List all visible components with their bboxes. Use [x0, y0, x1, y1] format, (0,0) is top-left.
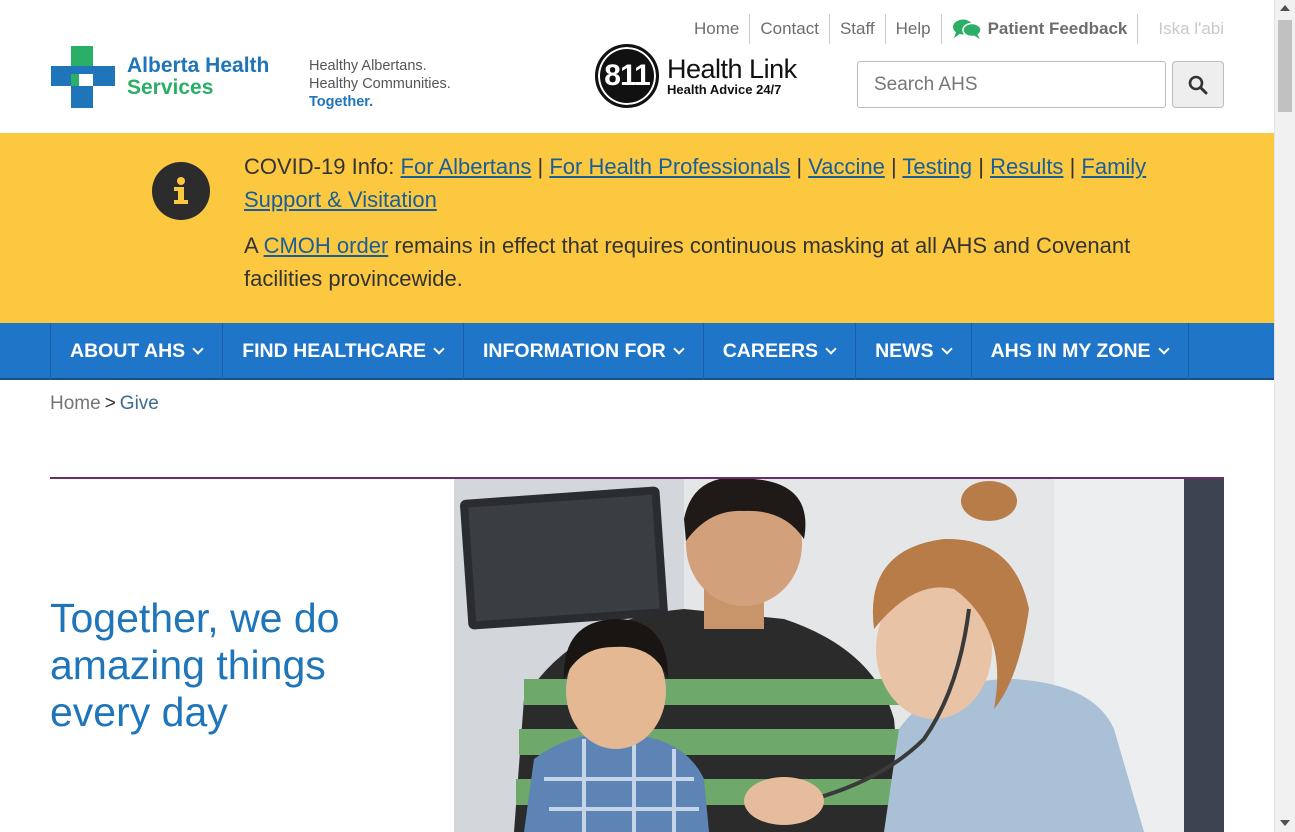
nav-item-news[interactable]: NEWS [856, 323, 972, 380]
search-form [857, 61, 1224, 108]
separator: | [796, 154, 803, 179]
chevron-down-icon [1157, 342, 1170, 355]
breadcrumb: Home > Give [50, 393, 159, 415]
utility-help-link[interactable]: Help [886, 14, 942, 44]
nav-label: INFORMATION FOR [483, 340, 666, 362]
breadcrumb-current: Give [119, 393, 159, 414]
cmoh-order-link[interactable]: CMOH order [264, 233, 389, 258]
healthlink-logo[interactable]: 811 Health Link Health Advice 24/7 [595, 44, 797, 108]
hero-photo-illustration [454, 479, 1224, 832]
tagline-line-2: Healthy Communities. [309, 76, 451, 92]
page: Home Contact Staff Help Patient Feedback… [0, 0, 1274, 832]
healthlink-811-badge: 811 [595, 44, 659, 108]
hero-photo [454, 479, 1224, 832]
ahs-logo[interactable]: Alberta Health Services [51, 46, 269, 108]
nav-item-about-ahs[interactable]: ABOUT AHS [51, 323, 224, 380]
notice-start: A [244, 233, 258, 258]
search-input[interactable] [857, 61, 1166, 108]
search-button[interactable] [1172, 61, 1224, 108]
chat-bubbles-icon [952, 19, 982, 39]
chevron-down-icon [825, 342, 837, 355]
covid-alert-banner: COVID-19 Info: For Albertans | For Healt… [0, 133, 1274, 323]
nav-label: FIND HEALTHCARE [242, 340, 426, 362]
utility-nav: Home Contact Staff Help Patient Feedback… [694, 14, 1224, 44]
chevron-down-icon [673, 342, 685, 355]
site-header: Home Contact Staff Help Patient Feedback… [0, 0, 1274, 133]
covid-link-vaccine[interactable]: Vaccine [808, 154, 885, 179]
search-icon [1188, 75, 1208, 94]
info-icon [152, 162, 210, 220]
tagline-line-1: Healthy Albertans. [309, 58, 427, 74]
utility-home-link[interactable]: Home [694, 14, 751, 44]
scroll-up-arrow-icon[interactable] [1280, 5, 1290, 11]
ahs-cross-icon [51, 46, 115, 108]
separator: | [1069, 154, 1076, 179]
covid-link-albertans[interactable]: For Albertans [401, 154, 532, 179]
separator: | [537, 154, 544, 179]
covid-info-line: COVID-19 Info: For Albertans | For Healt… [244, 150, 1204, 216]
nav-item-find-healthcare[interactable]: FIND HEALTHCARE [223, 323, 464, 380]
covid-link-health-professionals[interactable]: For Health Professionals [549, 154, 790, 179]
page-scrollbar[interactable] [1274, 0, 1295, 832]
nav-label: NEWS [875, 340, 934, 362]
nav-label: CAREERS [722, 340, 819, 362]
covid-link-testing[interactable]: Testing [902, 154, 972, 179]
nav-label: AHS IN MY ZONE [990, 340, 1151, 362]
nav-label: ABOUT AHS [70, 340, 186, 362]
language-link[interactable]: Iska l'abi [1138, 19, 1224, 39]
tagline-line-3: Together. [309, 94, 374, 110]
nav-item-ahs-in-my-zone[interactable]: AHS IN MY ZONE [972, 323, 1189, 380]
utility-staff-link[interactable]: Staff [830, 14, 886, 44]
hero-title: Together, we do amazing things every day [50, 595, 340, 735]
healthlink-subtitle: Health Advice 24/7 [667, 81, 782, 97]
chevron-down-icon [940, 342, 953, 355]
logo-line-2: Services [127, 76, 214, 99]
cmoh-notice: A CMOH order remains in effect that requ… [244, 229, 1204, 295]
main-nav: ABOUT AHS FIND HEALTHCARE INFORMATION FO… [0, 323, 1274, 380]
breadcrumb-separator: > [104, 393, 116, 414]
chevron-down-icon [433, 342, 445, 355]
scroll-down-arrow-icon[interactable] [1280, 820, 1290, 826]
healthlink-title: Health Link [667, 53, 797, 84]
breadcrumb-home-link[interactable]: Home [50, 393, 101, 414]
logo-line-1: Alberta Health [127, 54, 270, 77]
scrollbar-thumb[interactable] [1278, 20, 1292, 112]
nav-item-information-for[interactable]: INFORMATION FOR [464, 323, 704, 380]
utility-contact-link[interactable]: Contact [750, 14, 830, 44]
tagline: Healthy Albertans. Healthy Communities. … [309, 57, 451, 111]
chevron-down-icon [192, 342, 204, 355]
covid-info-prefix: COVID-19 Info: [244, 154, 395, 179]
separator: | [978, 154, 984, 179]
patient-feedback-link[interactable]: Patient Feedback [942, 14, 1139, 44]
nav-item-careers[interactable]: CAREERS [704, 323, 857, 380]
covid-link-results[interactable]: Results [990, 154, 1063, 179]
patient-feedback-label: Patient Feedback [987, 19, 1128, 38]
separator: | [890, 154, 897, 179]
